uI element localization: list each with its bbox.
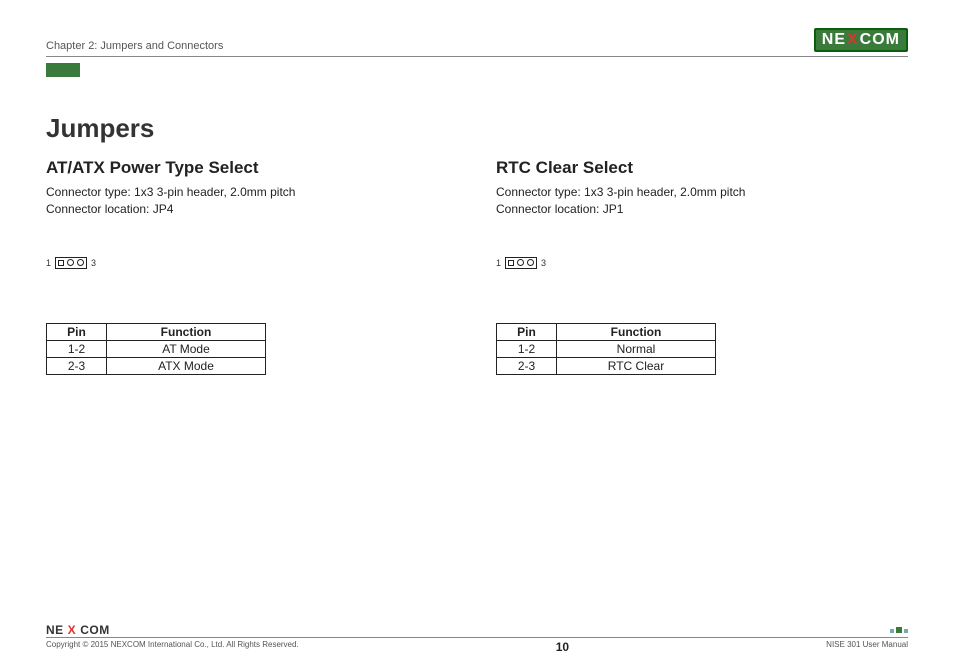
- logo-x-icon: X: [847, 31, 859, 49]
- connector-type: Connector type: 1x3 3-pin header, 2.0mm …: [46, 184, 458, 201]
- cell-function: RTC Clear: [557, 357, 716, 374]
- table-row: 1-2 Normal: [497, 340, 716, 357]
- manual-name: NISE 301 User Manual: [826, 640, 908, 654]
- logo-post: COM: [860, 31, 900, 49]
- pin-1-icon: [58, 260, 64, 266]
- footer-logo: NE XCOM: [46, 623, 110, 637]
- table-header-function: Function: [557, 323, 716, 340]
- cell-function: AT Mode: [107, 340, 266, 357]
- page-footer: NE XCOM Copyright © 2015 NEXCOM Internati…: [46, 623, 908, 654]
- section-title: RTC Clear Select: [496, 158, 908, 178]
- pin-function-table: Pin Function 1-2 Normal 2-3 RTC Clear: [496, 323, 716, 375]
- page-title: Jumpers: [46, 113, 908, 144]
- connector-type: Connector type: 1x3 3-pin header, 2.0mm …: [496, 184, 908, 201]
- pin-label-right: 3: [541, 258, 546, 268]
- accent-bar: [46, 63, 80, 77]
- pin-function-table: Pin Function 1-2 AT Mode 2-3 ATX Mode: [46, 323, 266, 375]
- brand-logo: NEXCOM: [814, 28, 908, 52]
- pin-diagram: 1 3: [46, 257, 458, 269]
- pin-label-left: 1: [496, 258, 501, 268]
- table-header-pin: Pin: [497, 323, 557, 340]
- chapter-label: Chapter 2: Jumpers and Connectors: [46, 40, 223, 52]
- footer-logo-x-icon: X: [68, 623, 77, 637]
- pin-3-icon: [77, 259, 84, 266]
- footer-divider: [46, 637, 908, 638]
- table-row: 2-3 RTC Clear: [497, 357, 716, 374]
- copyright-text: Copyright © 2015 NEXCOM International Co…: [46, 640, 299, 654]
- section-title: AT/ATX Power Type Select: [46, 158, 458, 178]
- header-divider: [46, 56, 908, 57]
- footer-logo-post: COM: [80, 623, 110, 637]
- pin-diagram: 1 3: [496, 257, 908, 269]
- connector-location: Connector location: JP1: [496, 201, 908, 218]
- table-header-function: Function: [107, 323, 266, 340]
- footer-logo-pre: NE: [46, 623, 64, 637]
- table-header-pin: Pin: [47, 323, 107, 340]
- table-row: 1-2 AT Mode: [47, 340, 266, 357]
- cell-pin: 1-2: [47, 340, 107, 357]
- pin-2-icon: [517, 259, 524, 266]
- section-rtc-clear: RTC Clear Select Connector type: 1x3 3-p…: [496, 158, 908, 375]
- cell-pin: 2-3: [47, 357, 107, 374]
- pin-3-icon: [527, 259, 534, 266]
- connector-location: Connector location: JP4: [46, 201, 458, 218]
- cell-function: ATX Mode: [107, 357, 266, 374]
- pin-label-right: 3: [91, 258, 96, 268]
- pin-header-icon: [55, 257, 87, 269]
- cell-pin: 2-3: [497, 357, 557, 374]
- pin-1-icon: [508, 260, 514, 266]
- table-row: 2-3 ATX Mode: [47, 357, 266, 374]
- pin-label-left: 1: [46, 258, 51, 268]
- pin-2-icon: [67, 259, 74, 266]
- cell-function: Normal: [557, 340, 716, 357]
- page-number: 10: [556, 640, 569, 654]
- cell-pin: 1-2: [497, 340, 557, 357]
- logo-pre: NE: [822, 31, 846, 49]
- section-at-atx: AT/ATX Power Type Select Connector type:…: [46, 158, 458, 375]
- pin-header-icon: [505, 257, 537, 269]
- footer-decoration-icon: [890, 627, 908, 633]
